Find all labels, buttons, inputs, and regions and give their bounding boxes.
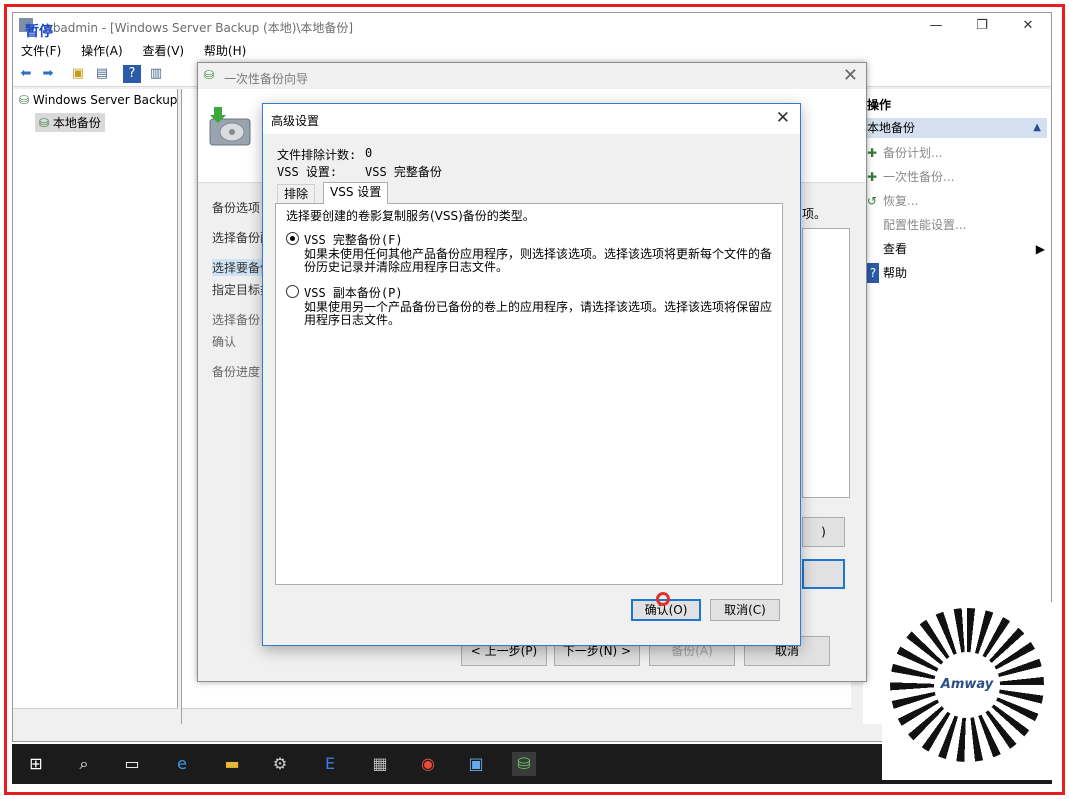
- file-explorer-icon[interactable]: ▬: [220, 752, 244, 776]
- pause-overlay-label: 暂停: [25, 24, 53, 40]
- search-icon[interactable]: ⌕: [72, 752, 96, 776]
- forward-arrow-icon[interactable]: ➡: [39, 65, 57, 83]
- ie-icon[interactable]: e: [170, 752, 194, 776]
- action-label: 配置性能设置...: [883, 218, 967, 232]
- items-list[interactable]: [802, 228, 850, 498]
- qr-pattern: Amway: [890, 608, 1044, 762]
- submenu-arrow-icon: ▶: [1035, 242, 1045, 256]
- action-backup-once[interactable]: ✚ 一次性备份...: [867, 167, 954, 187]
- wizard-close-button[interactable]: ✕: [843, 65, 858, 86]
- action-label: 恢复...: [883, 194, 919, 208]
- step-backup-options[interactable]: 备份选项: [212, 199, 260, 216]
- backup-icon: ⛁: [19, 93, 30, 107]
- action-label: 一次性备份...: [883, 170, 955, 184]
- help-icon: ?: [867, 263, 879, 283]
- qr-code-watermark: Amway: [882, 602, 1052, 780]
- dialog-close-button[interactable]: ✕: [776, 108, 790, 128]
- vss-full-backup-desc: 如果未使用任何其他产品备份应用程序，则选择该选项。选择该选项将更新每个文件的备份…: [304, 247, 773, 274]
- window-title: wbadmin - [Windows Server Backup (本地)\本地…: [43, 21, 354, 35]
- tree-item-label: 本地备份: [52, 116, 101, 130]
- actions-header: 操作: [867, 98, 892, 112]
- action-configure-performance[interactable]: 配置性能设置...: [867, 215, 966, 235]
- wizard-partial-text: 项。: [802, 207, 827, 221]
- dialog-title: 高级设置: [271, 114, 320, 128]
- action-label: 备份计划...: [883, 146, 943, 160]
- tree-root-label: Windows Server Backup: [32, 93, 178, 107]
- back-arrow-icon[interactable]: ⬅: [17, 65, 35, 83]
- start-windows-icon[interactable]: ⊞: [24, 752, 48, 776]
- vss-settings-panel: 选择要创建的卷影复制服务(VSS)备份的类型。 VSS 完整备份(F) 如果未使…: [275, 203, 783, 585]
- network-icon[interactable]: ▣: [464, 752, 488, 776]
- action-help[interactable]: ? 帮助: [867, 263, 907, 283]
- vss-setting-label: VSS 设置:: [277, 165, 338, 179]
- wizard-steps: 备份选项 选择备份配置 选择要备份的项 指定目标类型 选择备份目标 确认 备份进…: [198, 183, 297, 543]
- wizard-side-button[interactable]: ): [802, 517, 845, 547]
- collapse-up-icon[interactable]: ▲: [1033, 118, 1041, 138]
- folder-up-icon[interactable]: ▣: [69, 65, 87, 83]
- vss-setting-value: VSS 完整备份: [365, 165, 442, 179]
- menu-help[interactable]: 帮助(H): [196, 41, 254, 61]
- backup-icon: ⛁: [39, 116, 50, 130]
- actions-section-label: 本地备份: [867, 121, 916, 135]
- wizard-title: 一次性备份向导: [224, 72, 309, 86]
- dialog-cancel-button[interactable]: 取消(C): [710, 599, 780, 621]
- tab-exclusions[interactable]: 排除: [277, 184, 316, 204]
- action-backup-schedule[interactable]: ✚ 备份计划...: [867, 143, 942, 163]
- click-indicator: [656, 592, 670, 606]
- menu-bar: 文件(F) 操作(A) 查看(V) 帮助(H): [13, 41, 1051, 61]
- menu-action[interactable]: 操作(A): [73, 41, 131, 61]
- backup-once-icon: ✚: [867, 170, 878, 184]
- action-recover[interactable]: ↺ 恢复...: [867, 191, 918, 211]
- minimize-button[interactable]: —: [913, 13, 959, 41]
- task-view-icon[interactable]: ▭: [120, 752, 144, 776]
- vss-full-backup-label[interactable]: VSS 完整备份(F): [304, 231, 403, 248]
- exclusion-count-value: 0: [365, 146, 373, 160]
- help-icon[interactable]: ?: [123, 65, 141, 83]
- brand-logo: Amway: [934, 652, 1000, 718]
- tree-horizontal-scrollbar[interactable]: [13, 708, 178, 724]
- exchange-icon[interactable]: E: [318, 752, 342, 776]
- action-label: 查看: [883, 242, 908, 256]
- action-view[interactable]: 查看 ▶: [867, 239, 1047, 259]
- close-button[interactable]: ✕: [1005, 13, 1051, 41]
- menu-file[interactable]: 文件(F): [13, 41, 69, 61]
- action-label: 帮助: [883, 266, 908, 280]
- result-horizontal-scrollbar[interactable]: [182, 708, 852, 724]
- recover-icon: ↺: [867, 194, 878, 208]
- step-progress[interactable]: 备份进度: [212, 363, 260, 380]
- server-manager-icon[interactable]: ▦: [368, 752, 392, 776]
- vss-copy-backup-radio[interactable]: [286, 285, 299, 298]
- tree-item-local-backup[interactable]: ⛁ 本地备份: [35, 113, 105, 132]
- tab-vss-settings[interactable]: VSS 设置: [323, 182, 389, 204]
- console-tree-icon[interactable]: ▤: [93, 65, 111, 83]
- wizard-backup-icon: ⛁: [204, 68, 215, 82]
- vss-description: 选择要创建的卷影复制服务(VSS)备份的类型。: [286, 209, 535, 223]
- tree-root[interactable]: ⛁ Windows Server Backup: [19, 93, 177, 107]
- settings-gear-icon[interactable]: ⚙: [268, 752, 292, 776]
- vss-copy-backup-desc: 如果使用另一个产品备份已备份的卷上的应用程序，请选择该选项。选择该选项将保留应用…: [304, 300, 773, 327]
- properties-icon[interactable]: ▥: [147, 65, 165, 83]
- exclusion-count-label: 文件排除计数:: [277, 148, 357, 162]
- actions-section-local-backup[interactable]: 本地备份 ▲: [863, 118, 1047, 138]
- advanced-settings-dialog: 高级设置 ✕ 文件排除计数: 0 VSS 设置: VSS 完整备份 排除 VSS…: [262, 103, 801, 646]
- step-confirm[interactable]: 确认: [212, 333, 236, 350]
- windows-server-backup-icon[interactable]: ⛁: [512, 752, 536, 776]
- schedule-icon: ✚: [867, 146, 878, 160]
- maximize-button[interactable]: ❐: [959, 13, 1005, 41]
- console-tree: ⛁ Windows Server Backup ⛁ 本地备份: [13, 89, 178, 724]
- title-bar: wbadmin - [Windows Server Backup (本地)\本地…: [13, 13, 1051, 41]
- vss-full-backup-radio[interactable]: [286, 232, 299, 245]
- wizard-side-primary-button[interactable]: [802, 559, 845, 589]
- vss-copy-backup-label[interactable]: VSS 副本备份(P): [304, 284, 403, 301]
- chrome-icon[interactable]: ◉: [416, 752, 440, 776]
- menu-view[interactable]: 查看(V): [135, 41, 193, 61]
- backup-disk-icon: [209, 107, 251, 146]
- dialog-title-bar: 高级设置 ✕: [263, 104, 800, 134]
